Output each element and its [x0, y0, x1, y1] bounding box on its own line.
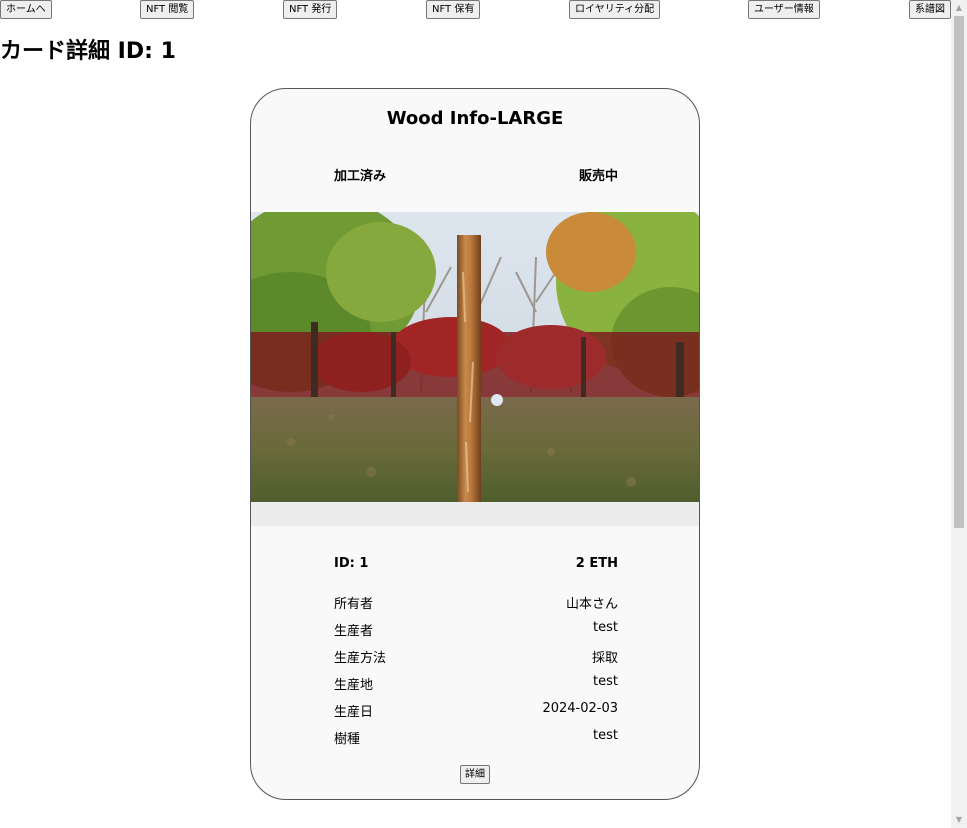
date-value: 2024-02-03 [542, 701, 618, 716]
origin-label: 生産地 [334, 678, 374, 693]
origin-value: test [593, 674, 618, 689]
price: 2 ETH [575, 556, 618, 571]
info-row-species: 樹種 test [334, 728, 618, 755]
info-row-method: 生産方法 採取 [334, 647, 618, 674]
info-row-producer: 生産者 test [334, 620, 618, 647]
info-row-owner: 所有者 山本さん [334, 593, 618, 620]
processing-status: 加工済み [334, 169, 387, 184]
producer-value: test [593, 620, 618, 635]
species-value: test [593, 728, 618, 743]
scroll-down-icon[interactable]: ▼ [951, 812, 967, 828]
nft-view-button[interactable]: NFT 閲覧 [140, 0, 195, 19]
owner-value: 山本さん [565, 597, 618, 612]
method-label: 生産方法 [334, 651, 387, 666]
sale-status: 販売中 [578, 169, 618, 184]
vertical-scrollbar[interactable]: ▲ ▼ [951, 0, 967, 828]
nft-issue-button[interactable]: NFT 発行 [283, 0, 338, 19]
nft-card: Wood Info-LARGE 加工済み 販売中 ID: 1 2 ETH 所有者… [250, 88, 700, 800]
info-list: 所有者 山本さん 生産者 test 生産方法 採取 生産地 test 生産日 2… [334, 593, 618, 755]
species-label: 樹種 [334, 732, 361, 747]
owner-label: 所有者 [334, 597, 374, 612]
detail-button[interactable]: 詳細 [460, 765, 490, 784]
page-title: カード詳細 ID: 1 [0, 39, 176, 64]
user-info-button[interactable]: ユーザー情報 [748, 0, 820, 19]
id-price-row: ID: 1 2 ETH [334, 556, 618, 574]
wood-photo [251, 212, 699, 502]
card-id: ID: 1 [334, 556, 369, 571]
royalty-distribution-button[interactable]: ロイヤリティ分配 [569, 0, 661, 19]
status-row: 加工済み 販売中 [334, 165, 618, 184]
date-label: 生産日 [334, 705, 374, 720]
photo-spacer [251, 502, 699, 526]
info-row-origin: 生産地 test [334, 674, 618, 701]
method-value: 採取 [591, 651, 618, 666]
info-row-date: 生産日 2024-02-03 [334, 701, 618, 728]
family-tree-button[interactable]: 系譜図 [909, 0, 951, 19]
home-button[interactable]: ホームへ [0, 0, 52, 19]
producer-label: 生産者 [334, 624, 374, 639]
scrollbar-thumb[interactable] [954, 16, 964, 528]
top-navigation: ホームへ NFT 閲覧 NFT 発行 NFT 保有 ロイヤリティ分配 ユーザー情… [0, 0, 951, 20]
nft-owned-button[interactable]: NFT 保有 [426, 0, 481, 19]
scroll-up-icon[interactable]: ▲ [951, 0, 967, 16]
card-title: Wood Info-LARGE [386, 108, 564, 129]
